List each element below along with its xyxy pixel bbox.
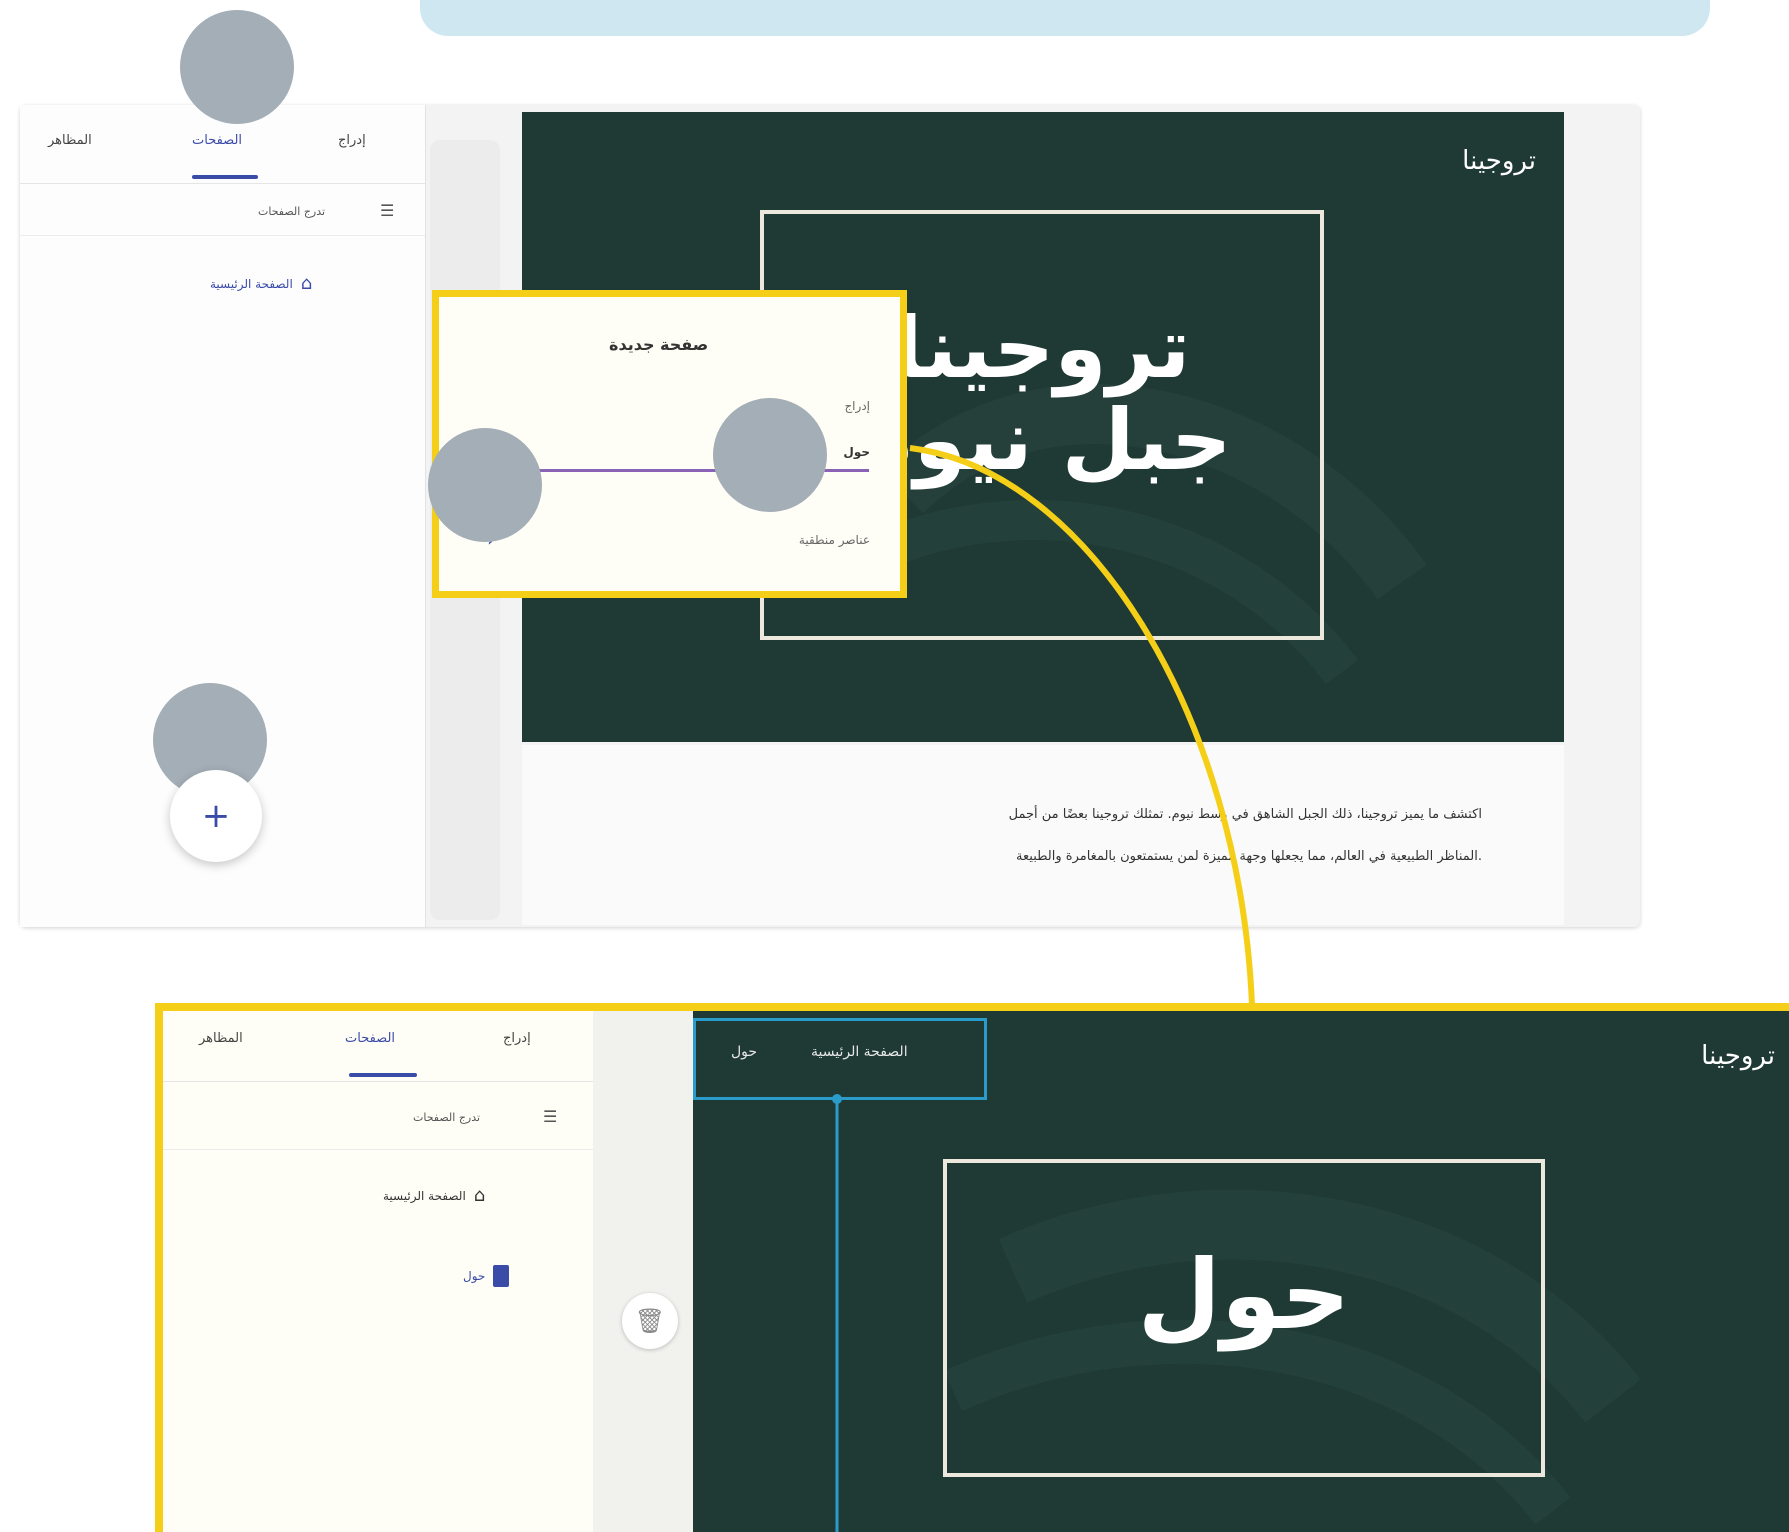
tab-pages[interactable]: الصفحات [345,1031,395,1046]
slide-preview-bottom: الصفحة الرئيسية حول تروجينا حول [693,1011,1789,1532]
page-list-item-home[interactable]: الصفحة الرئيسية ⌂ [383,1185,485,1206]
page-label: الصفحة الرئيسية [383,1188,466,1203]
page-icon [493,1265,510,1287]
filter-label: تدرج الصفحات [413,1111,481,1124]
canvas-gutter [593,1011,693,1532]
active-tab-indicator [349,1073,417,1077]
sidebar-bottom: إدراج الصفحات المظاهر تدرج الصفحات ☰ الص… [163,1011,593,1532]
slide-brand: تروجينا [1701,1041,1775,1071]
page-label: حول [463,1269,486,1283]
tab-insert[interactable]: إدراج [503,1031,531,1046]
page-list-item-about[interactable]: حول [463,1265,510,1287]
trash-icon[interactable]: 🗑 [622,1293,678,1349]
divider [163,1081,593,1082]
nav-callout-line [832,1094,842,1532]
slide-title: حول [1137,1239,1351,1351]
divider [163,1149,593,1150]
tab-themes[interactable]: المظاهر [199,1031,243,1046]
filter-icon[interactable]: ☰ [543,1107,557,1126]
home-icon: ⌂ [473,1185,486,1206]
